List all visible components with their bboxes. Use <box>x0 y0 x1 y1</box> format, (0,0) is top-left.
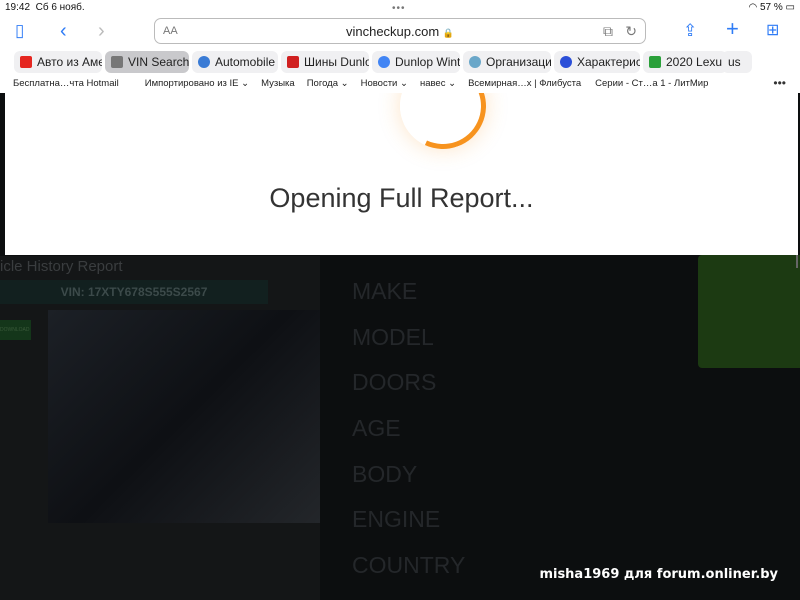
bookmark[interactable]: Музыка <box>261 78 295 89</box>
url-host: vincheckup.com <box>345 24 440 39</box>
tab-label: Dunlop Wint <box>395 55 460 69</box>
loading-modal: Opening Full Report... <box>5 93 798 255</box>
tab[interactable]: Automobile ( <box>192 51 278 73</box>
tab[interactable]: Организаци <box>463 51 551 73</box>
green-action-panel[interactable] <box>698 255 800 368</box>
more-bookmarks-icon[interactable]: ••• <box>773 76 786 90</box>
report-title: icle History Report <box>0 258 123 275</box>
favicon-icon <box>287 56 299 68</box>
tab-label: 2020 Lexus <box>666 55 727 69</box>
bookmark[interactable]: Всемирная…х | Флибуста <box>468 78 581 89</box>
back-icon[interactable]: ‹ <box>60 21 67 41</box>
car-photo <box>48 310 320 523</box>
tab-label: Automobile ( <box>215 55 278 69</box>
tab[interactable]: Авто из Аме <box>14 51 102 73</box>
bookmark[interactable]: Бесплатна…чта Hotmail <box>13 78 119 89</box>
favicon-icon <box>649 56 661 68</box>
spec-body: BODY <box>352 460 418 487</box>
tab-label: VIN Search F <box>128 55 189 69</box>
google-icon <box>378 56 390 68</box>
spec-doors: DOORS <box>352 369 437 396</box>
bookmark[interactable]: Импортировано из IE ⌄ <box>145 78 249 89</box>
extension-icon[interactable]: ⧉ <box>603 23 613 40</box>
tabs-overview-icon[interactable]: ⊞ <box>766 21 779 41</box>
loading-spinner-icon <box>387 93 499 162</box>
date: Сб 6 нояб. <box>35 2 85 13</box>
battery-level: 57 % <box>759 2 783 13</box>
tab[interactable]: 2020 Lexus <box>643 51 727 73</box>
loading-message: Opening Full Report... <box>269 183 534 213</box>
url-text: vincheckup.com 🔒 <box>155 24 645 39</box>
spec-country: COUNTRY <box>352 552 466 579</box>
browser-chrome: 19:42 Сб 6 нояб. ◠ 57 % ▭ ••• ▯ ‹ › AA v… <box>0 0 800 93</box>
tab-label: Авто из Аме <box>37 55 102 69</box>
reload-icon[interactable]: ↻ <box>625 23 637 40</box>
wifi-icon: ◠ <box>748 2 758 13</box>
new-tab-icon[interactable]: + <box>726 18 739 40</box>
favicon-icon <box>20 56 32 68</box>
address-bar[interactable]: AA vincheckup.com 🔒 ⧉ ↻ <box>154 18 646 44</box>
tab[interactable]: Характерис <box>554 51 640 73</box>
page-content: icle History Report VIN: 17XTY678S555S25… <box>0 93 800 600</box>
bookmark[interactable]: Новости ⌄ <box>361 78 408 89</box>
sidebar-icon[interactable]: ▯ <box>15 21 24 41</box>
bookmark[interactable]: навес ⌄ <box>420 78 456 89</box>
spec-make: MAKE <box>352 278 418 304</box>
tab[interactable]: us <box>722 51 752 73</box>
bookmark[interactable]: Серии - Ст…а 1 - ЛитМир <box>595 78 708 89</box>
tab-active[interactable]: VIN Search F <box>105 51 189 73</box>
multitask-dots[interactable]: ••• <box>392 3 406 14</box>
download-button[interactable]: DOWNLOAD <box>0 320 31 340</box>
watermark: misha1969 для forum.onliner.by <box>539 567 778 582</box>
vin-label: VIN: 17XTY678S555S2567 <box>0 280 268 304</box>
share-icon[interactable]: ⇪ <box>683 21 697 41</box>
tab-label: Характерис <box>577 55 640 69</box>
lock-icon: 🔒 <box>442 28 455 38</box>
tab[interactable]: Шины Dunlo <box>281 51 369 73</box>
time: 19:42 <box>5 2 31 13</box>
tab-label: Организаци <box>486 55 551 69</box>
favicon-icon <box>111 56 123 68</box>
spec-list: MAKE MODEL DOORS AGE BODY ENGINE COUNTRY <box>352 278 465 598</box>
spec-engine: ENGINE <box>352 506 441 533</box>
tab[interactable]: Dunlop Wint <box>372 51 460 73</box>
spec-model: MODEL <box>352 323 434 350</box>
tab-bar: Авто из Аме VIN Search F Automobile ( Ши… <box>14 51 752 73</box>
favicon-icon <box>560 56 572 68</box>
favicon-icon <box>469 56 481 68</box>
favicon-icon <box>198 56 210 68</box>
tab-label: us <box>728 55 741 69</box>
battery-icon: ▭ <box>785 2 795 13</box>
bookmark[interactable]: Погода ⌄ <box>307 78 349 89</box>
spec-age: AGE <box>352 415 401 442</box>
forward-icon[interactable]: › <box>98 21 105 41</box>
tab-label: Шины Dunlo <box>304 55 369 69</box>
bookmarks-bar: Бесплатна…чта Hotmail Импортировано из I… <box>13 78 708 89</box>
